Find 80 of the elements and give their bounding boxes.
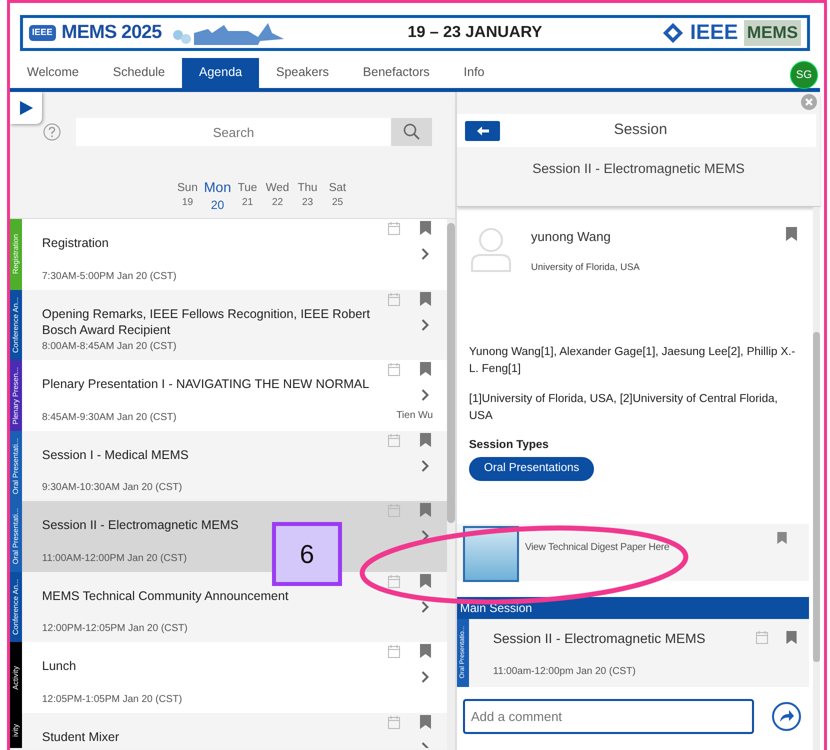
bookmark-icon[interactable] [777,532,787,544]
session-title: Plenary Presentation I - NAVIGATING THE NEW NORMAL [42,376,370,392]
day-tab[interactable]: Wed 22 [262,179,292,212]
speaker-name: Tien Wu [396,408,433,423]
session-types-label: Session Types [468,438,550,453]
bookmark-icon[interactable] [420,503,431,518]
bookmark-icon[interactable] [420,714,431,729]
session-title: Lunch [42,658,78,674]
session-time: 7:30AM-5:00PM Jan 20 (CST) [42,270,176,284]
person-silhouette-icon [469,227,513,273]
back-arrow-icon [476,126,490,136]
chevron-right-icon[interactable] [421,248,429,260]
authors-text: Yunong Wang[1], Alexander Gage[1], Jaesung Lee[2], Phillip X.-L. Feng[1] [468,345,796,378]
session-time: 12:05PM-1:05PM Jan 20 (CST) [42,692,182,707]
nav-tab[interactable]: Speakers [259,58,346,88]
bookmark-icon[interactable] [420,362,431,376]
session-time: 8:45AM-9:30AM Jan 20 (CST) [42,410,176,425]
bookmark-icon[interactable] [420,432,431,447]
session-title: Session II - Electromagnetic MEMS [531,160,746,178]
session-title: Session II - Electromagnetic MEMS [42,517,240,534]
nav-tab[interactable]: Benefactors [346,58,447,88]
speaker-name[interactable]: yunong Wang [531,227,786,246]
event-dates: 19 – 23 JANUARY [406,23,544,43]
day-tab[interactable]: Tue 21 [232,179,262,212]
conference-logo: MEMS 2025 [62,20,162,45]
bookmark-icon[interactable] [786,630,797,644]
expand-panel-button[interactable] [10,92,42,124]
chevron-right-icon[interactable] [421,460,429,472]
session-title: Session I - Medical MEMS [42,446,190,463]
search-field[interactable]: Search [76,118,391,146]
search-button[interactable] [391,118,432,146]
scrollbar[interactable] [813,207,820,750]
session-title: Registration [42,235,110,252]
bookmark-icon[interactable] [420,644,431,658]
affiliations-text: [1]University of Florida, USA, [2]University of Central Florida, USA [468,392,779,424]
manuscript-row[interactable]: View Technical Digest Paper Here [457,524,809,580]
help-icon[interactable] [43,123,61,141]
nav-tab[interactable]: Welcome [10,58,96,88]
day-tab[interactable]: Mon 20 [202,179,232,212]
bookmark-icon[interactable] [786,227,797,241]
chevron-right-icon[interactable] [421,318,429,331]
session-time: 12:00PM-12:05PM Jan 20 (CST) [42,622,188,636]
comment-field[interactable]: Add a comment [463,698,754,734]
diamond-icon [662,22,684,44]
session-time: 9:30AM-10:30AM Jan 20 (CST) [42,481,182,496]
scrollbar[interactable] [447,219,455,750]
partner-logo: MEMS [744,20,801,46]
session-time: 11:00am-12:00pm Jan 20 (CST) [493,665,637,680]
bookmark-icon[interactable] [420,221,431,236]
session-title: Session II - Electromagnetic MEMS [493,630,706,648]
panel-title: Session [612,120,668,140]
user-avatar[interactable]: SG [790,61,818,89]
chevron-right-icon[interactable] [421,600,429,613]
chevron-right-icon[interactable] [421,389,429,402]
share-button[interactable] [772,702,801,730]
back-button[interactable] [465,120,500,140]
bookmark-icon[interactable] [420,292,431,306]
manuscript-thumbnail [463,526,519,582]
session-title: Opening Remarks, IEEE Fellows Recognition, IEEE Robert Bosch Award Recipient [42,306,371,338]
session-time: 8:00AM-8:45AM Jan 20 (CST) [42,340,176,354]
step-number-tooltip: 6 [272,522,342,586]
org-logo: IEEE [690,20,738,46]
nav-tab[interactable]: Info [446,58,502,88]
logo-badge: IEEE [29,25,56,41]
search-icon [402,123,420,141]
nav-tab[interactable]: Agenda [182,58,260,88]
speaker-affiliation: University of Florida, USA [531,260,641,274]
session-title: MEMS Technical Community Announcement [42,588,290,604]
bookmark-icon[interactable] [420,574,431,588]
day-tab[interactable]: Sun 19 [172,179,202,212]
session-time: 11:00AM-12:00PM Jan 20 (CST) [42,552,187,566]
nav-tab[interactable]: Schedule [96,58,182,88]
session-type-tag[interactable]: Oral Presentations [469,457,594,480]
chevron-right-icon[interactable] [421,671,429,684]
day-tab[interactable]: Thu 23 [292,179,322,212]
day-tab[interactable]: Sat 25 [322,179,352,212]
play-icon [18,100,34,116]
session-title: Student Mixer [42,728,120,745]
main-session-header: Main Session [457,596,809,618]
share-arrow-icon [778,709,794,723]
